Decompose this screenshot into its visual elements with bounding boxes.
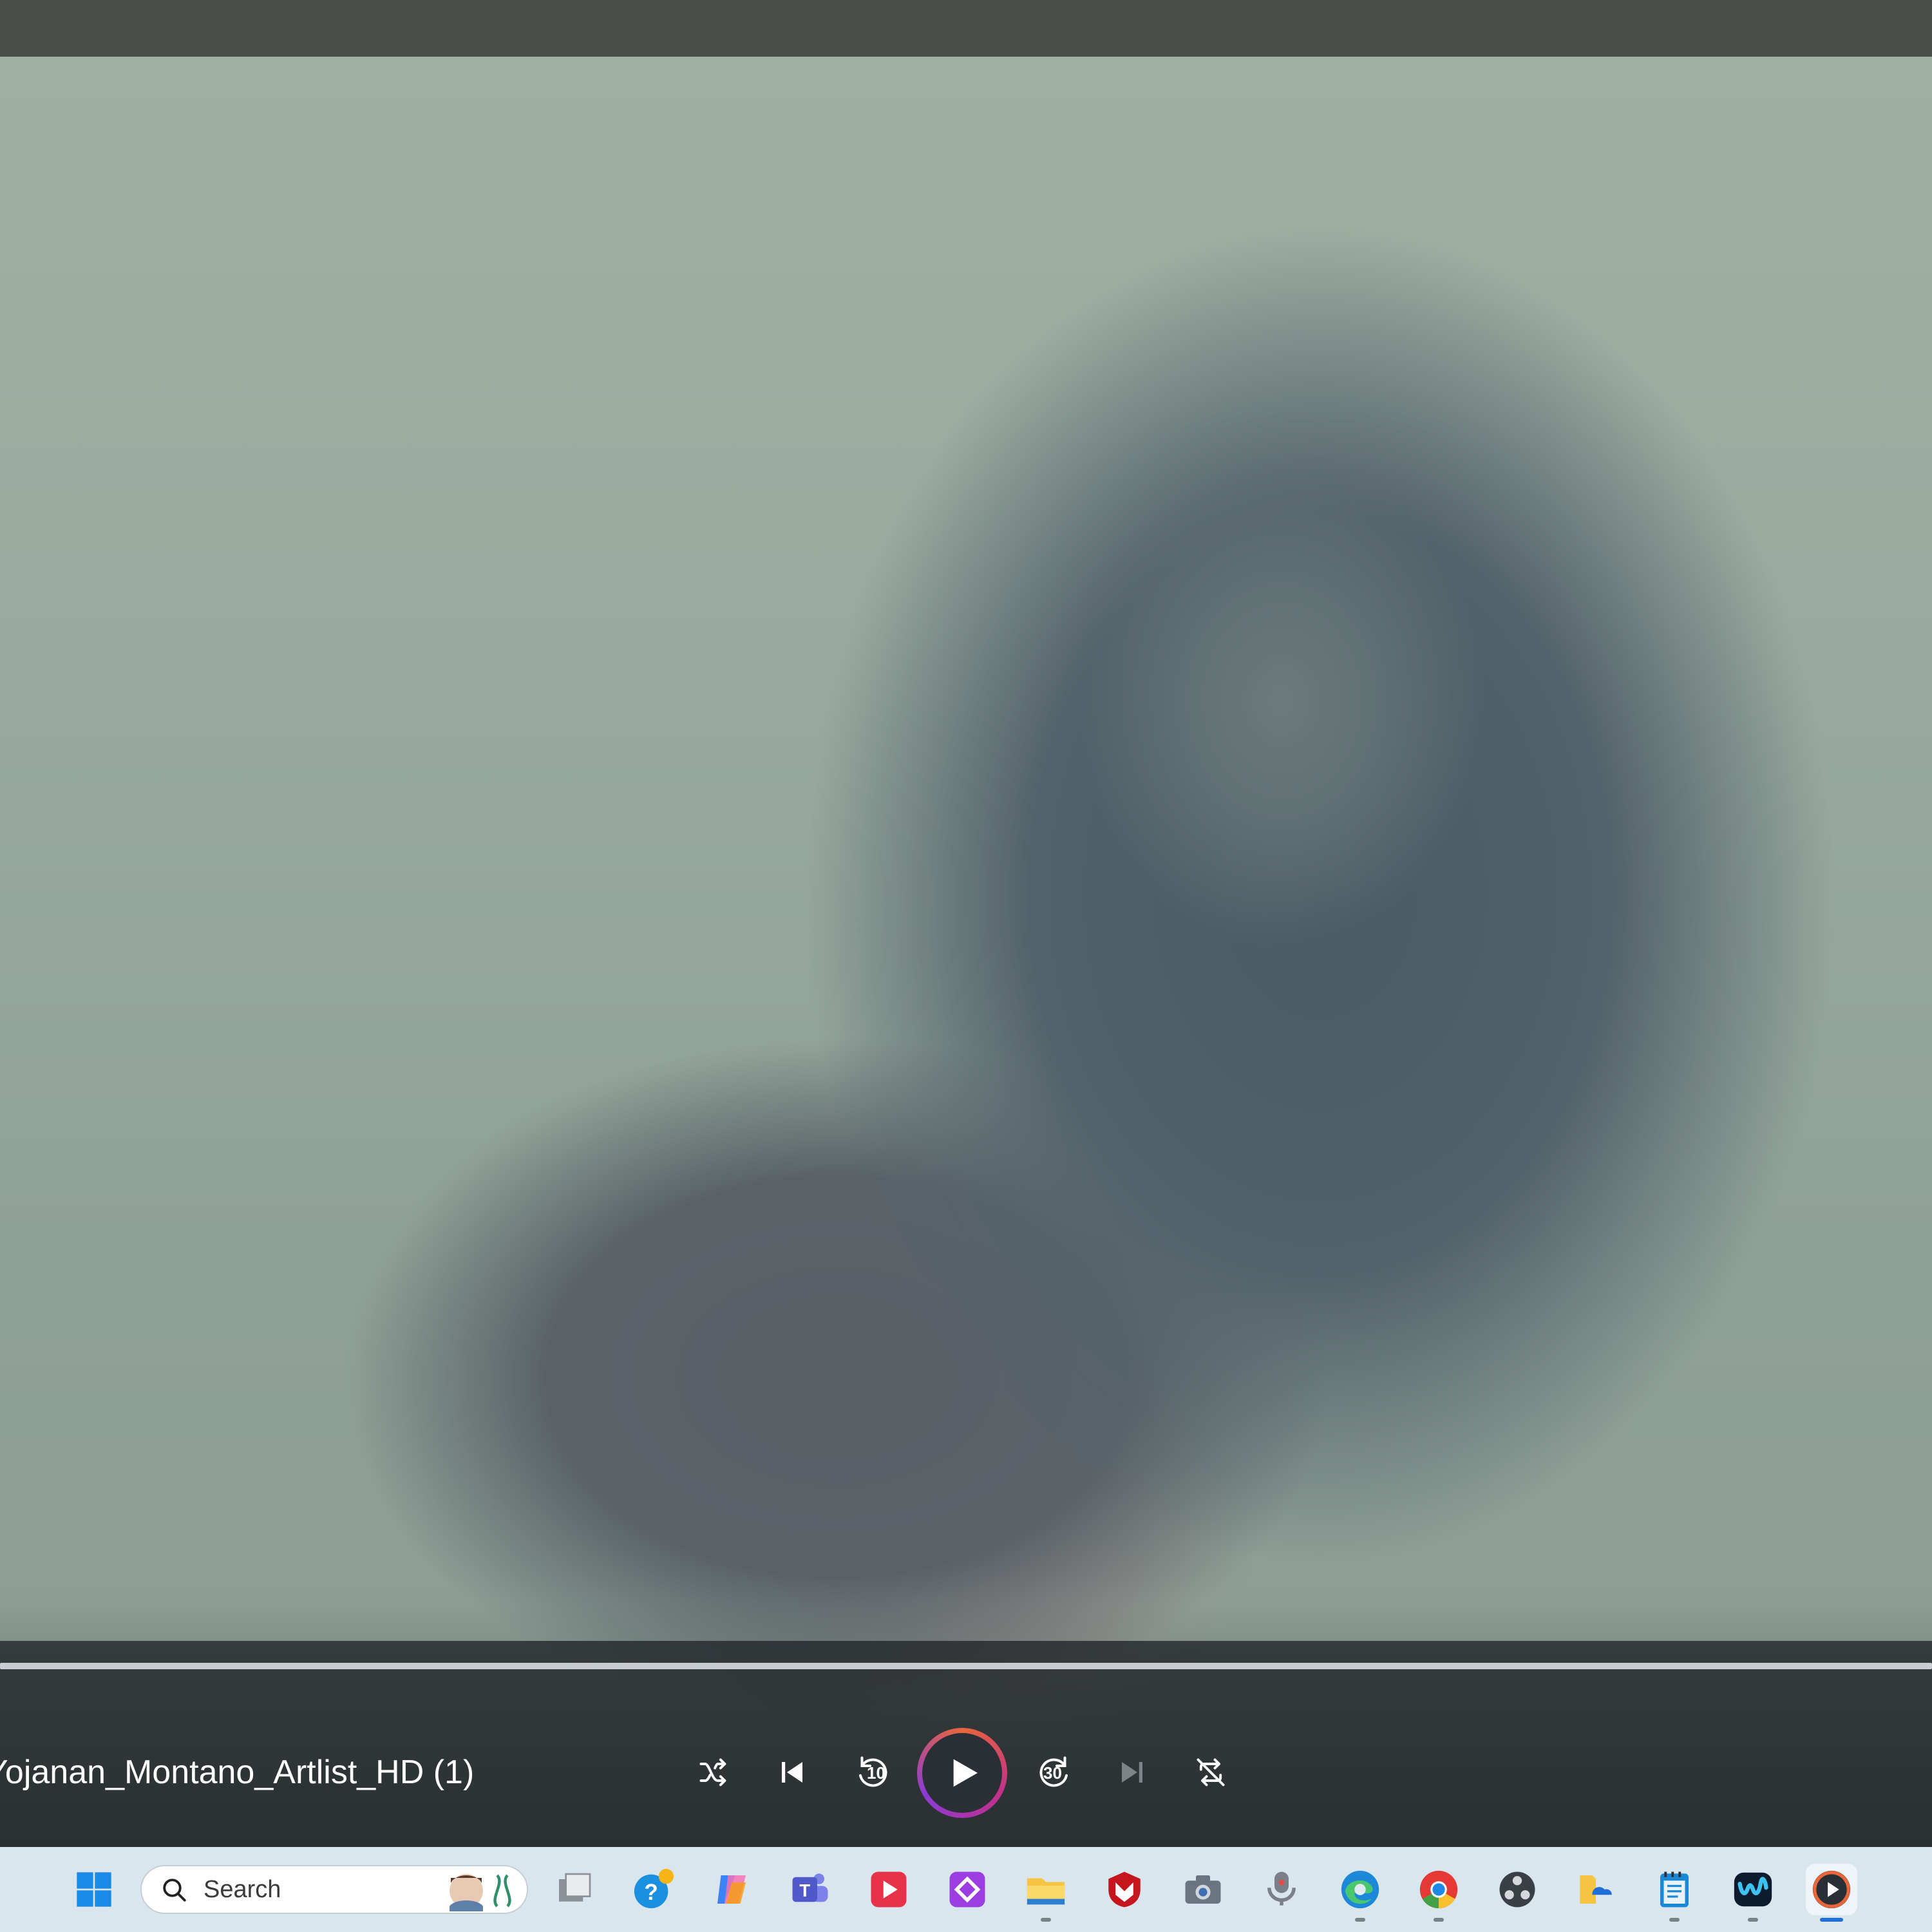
start-button[interactable] — [68, 1864, 120, 1915]
search-placeholder: Search — [204, 1876, 281, 1903]
get-help-button[interactable]: ? — [627, 1864, 679, 1915]
task-view-button[interactable] — [549, 1864, 600, 1915]
media-player-icon — [1812, 1870, 1851, 1909]
video-frame[interactable] — [0, 57, 1932, 1847]
repeat-button[interactable] — [1191, 1753, 1230, 1792]
previous-button[interactable] — [773, 1753, 811, 1792]
search-highlight-icon — [450, 1874, 511, 1911]
shuffle-button[interactable] — [694, 1753, 733, 1792]
chrome-running-indicator — [1434, 1918, 1444, 1922]
media-title: Yojanan_Montano_Artlist_HD (1) — [0, 1754, 475, 1791]
play-button[interactable] — [917, 1728, 1007, 1818]
voice-recorder-icon — [1267, 1871, 1296, 1906]
mcafee-button[interactable] — [1099, 1864, 1150, 1915]
edge-running-indicator — [1355, 1918, 1365, 1922]
copilot-icon — [717, 1875, 746, 1904]
skip-back-button[interactable]: 10 — [851, 1750, 895, 1794]
onedrive-folder-icon — [1580, 1875, 1612, 1904]
play-icon — [953, 1759, 978, 1787]
file-explorer-icon — [1027, 1878, 1065, 1905]
skip-forward-button[interactable]: 30 — [1032, 1750, 1075, 1794]
media-player-button[interactable] — [1806, 1864, 1857, 1915]
svg-text:?: ? — [644, 1880, 658, 1905]
teams-button[interactable]: T — [784, 1864, 836, 1915]
voice-recorder-button[interactable] — [1256, 1864, 1307, 1915]
edge-button[interactable] — [1334, 1864, 1386, 1915]
search-icon — [163, 1879, 186, 1902]
shuffle-icon — [699, 1758, 726, 1786]
file-explorer-button[interactable] — [1020, 1864, 1072, 1915]
youtube-button[interactable] — [863, 1864, 914, 1915]
play-button-inner — [922, 1733, 1002, 1813]
purple-app-button[interactable] — [942, 1864, 993, 1915]
get-help-icon: ? — [634, 1868, 674, 1909]
file-explorer-running-indicator — [1041, 1918, 1051, 1922]
notepad-running-indicator — [1669, 1918, 1680, 1922]
camera-icon — [1185, 1875, 1221, 1904]
camera-button[interactable] — [1177, 1864, 1229, 1915]
next-icon — [1122, 1762, 1142, 1783]
skip-back-seconds: 10 — [867, 1763, 886, 1783]
chrome-icon — [1419, 1870, 1458, 1909]
webex-running-indicator — [1748, 1918, 1758, 1922]
start-icon — [77, 1872, 111, 1907]
next-button[interactable] — [1113, 1753, 1151, 1792]
media-player-running-indicator — [1820, 1918, 1843, 1922]
youtube-icon — [871, 1871, 907, 1908]
previous-icon — [782, 1762, 802, 1783]
window-title-bar[interactable] — [0, 0, 1932, 57]
seek-bar[interactable] — [0, 1663, 1932, 1669]
webex-icon — [1734, 1872, 1772, 1907]
copilot-button[interactable] — [706, 1864, 757, 1915]
webex-button[interactable] — [1727, 1864, 1779, 1915]
chrome-button[interactable] — [1413, 1864, 1464, 1915]
svg-text:T: T — [799, 1880, 810, 1900]
notepad-icon — [1660, 1871, 1689, 1908]
onedrive-folder-button[interactable] — [1570, 1864, 1622, 1915]
notepad-button[interactable] — [1649, 1864, 1700, 1915]
teams-icon: T — [792, 1873, 828, 1902]
mcafee-icon — [1108, 1871, 1141, 1908]
obs-button[interactable] — [1492, 1864, 1543, 1915]
edge-icon — [1341, 1870, 1379, 1909]
obs-icon — [1499, 1871, 1535, 1908]
repeat-off-icon — [1197, 1758, 1225, 1786]
task-view-icon — [559, 1873, 591, 1902]
taskbar-search[interactable]: Search — [140, 1865, 528, 1914]
purple-app-icon — [949, 1871, 985, 1908]
skip-forward-seconds: 30 — [1043, 1763, 1062, 1783]
